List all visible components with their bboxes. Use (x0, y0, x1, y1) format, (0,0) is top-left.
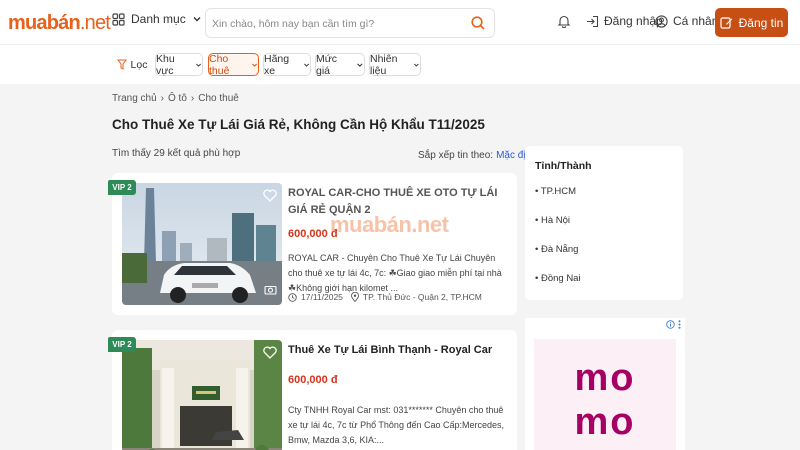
category-menu-button[interactable]: Danh mục (112, 12, 202, 26)
breadcrumb-current: Cho thuê (198, 93, 239, 104)
ad-choices[interactable] (666, 320, 681, 329)
profile-label: Cá nhân (673, 14, 719, 28)
chevron-down-icon (303, 63, 309, 67)
chevron-down-icon (251, 63, 257, 67)
listing-price: 600,000 đ (288, 374, 338, 386)
filter-chip-price[interactable]: Mức giá (315, 52, 365, 77)
bell-icon (557, 15, 571, 28)
more-vertical-icon (678, 320, 681, 329)
chevron-down-icon (195, 63, 201, 67)
listing-title[interactable]: Thuê Xe Tự Lái Bình Thạnh - Royal Car (288, 342, 510, 359)
breadcrumb-home[interactable]: Trang chủ (112, 93, 157, 104)
breadcrumb: Trang chủ › Ô tô › Cho thuê (112, 93, 239, 104)
car-city-photo (122, 183, 282, 305)
breadcrumb-separator: › (190, 93, 195, 104)
listing-photo[interactable] (122, 183, 282, 305)
vip-badge: VIP 2 (108, 337, 136, 352)
filter-chip-fuel[interactable]: Nhiên liệu (369, 52, 421, 77)
region-item-dongnai[interactable]: • Đồng Nai (535, 273, 581, 284)
momo-text-line2: mo (574, 401, 636, 443)
region-item-label: TP.HCM (540, 186, 576, 197)
momo-logo: mo mo (534, 339, 676, 450)
funnel-icon (116, 59, 127, 70)
user-icon (655, 14, 668, 28)
region-panel-title: Tỉnh/Thành (535, 160, 592, 172)
region-item-label: Đà Nẵng (540, 244, 579, 255)
filter-chip-label: Hãng xe (264, 52, 290, 77)
filter-label: Lọc (130, 58, 148, 71)
filter-bar: Lọc Khu vực Cho thuê Hãng xe Mức giá Nhi… (0, 44, 800, 84)
heart-icon (263, 346, 277, 359)
chevron-down-icon (414, 63, 419, 67)
info-icon (666, 320, 675, 329)
filter-button[interactable]: Lọc (113, 53, 151, 76)
region-item-label: Hà Nội (540, 215, 571, 226)
login-button[interactable]: Đăng nhập (586, 14, 663, 28)
chevron-down-icon (357, 62, 363, 67)
post-label: Đăng tin (738, 15, 784, 30)
filter-chip-brand[interactable]: Hãng xe (263, 52, 311, 77)
listing-date: 17/11/2025 (301, 292, 343, 302)
listing-location: TP. Thủ Đức - Quận 2, TP.HCM (362, 292, 482, 302)
login-icon (587, 15, 599, 27)
listing-description: Cty TNHH Royal Car mst: 031******* Chuyê… (288, 405, 504, 445)
listing-card[interactable]: VIP 2 ROYAL CAR-CHO THUÊ XE OTO TỰ LÁI G… (108, 173, 517, 315)
filter-chip-rent[interactable]: Cho thuê (208, 52, 259, 77)
listing-photo[interactable] (122, 340, 282, 450)
site-logo[interactable]: muabán.net (8, 12, 111, 35)
chevron-down-icon (193, 17, 201, 22)
notification-button[interactable] (557, 14, 571, 28)
category-label: Danh mục (131, 12, 186, 26)
watermark-logo: muabán.net (330, 212, 449, 237)
breadcrumb-car[interactable]: Ô tô (168, 93, 187, 104)
favorite-button[interactable] (263, 189, 277, 207)
region-item-hcm[interactable]: • TP.HCM (535, 186, 576, 197)
listing-meta: 17/11/2025 TP. Thủ Đức - Quận 2, TP.HCM (288, 292, 482, 302)
momo-text-line1: mo (574, 357, 636, 399)
region-item-label: Đồng Nai (540, 273, 581, 284)
region-panel: Tỉnh/Thành • TP.HCM • Hà Nội • Đà Nẵng •… (525, 146, 683, 300)
filter-chip-label: Khu vực (156, 52, 175, 77)
heart-icon (263, 189, 277, 202)
breadcrumb-separator: › (160, 93, 164, 104)
search-icon[interactable] (470, 15, 486, 31)
page-title: Cho Thuê Xe Tự Lái Giá Rẻ, Không Cần Hộ … (112, 117, 485, 132)
showroom-photo (122, 340, 282, 450)
clock-icon (288, 292, 297, 302)
photo-count-badge (264, 282, 277, 300)
filter-chip-label: Cho thuê (209, 52, 230, 77)
search-input[interactable] (212, 15, 462, 33)
post-listing-button[interactable]: Đăng tin (715, 8, 788, 37)
filter-chip-label: Mức giá (316, 52, 338, 77)
sort-label: Sắp xếp tin theo: (418, 150, 494, 161)
filter-chip-label: Nhiên liệu (370, 52, 398, 77)
vip-badge: VIP 2 (108, 180, 136, 195)
search-box (205, 8, 495, 38)
listing-description: ROYAL CAR - Chuyên Cho Thuê Xe Tự Lái Ch… (288, 253, 502, 293)
listing-card[interactable]: VIP 2 Thuê Xe Tự Lái Bình Thạnh - Royal … (108, 330, 517, 450)
login-label: Đăng nhập (604, 14, 663, 28)
favorite-button[interactable] (263, 346, 277, 364)
profile-button[interactable]: Cá nhân (655, 14, 718, 28)
location-pin-icon (350, 292, 359, 302)
region-item-danang[interactable]: • Đà Nẵng (535, 244, 578, 255)
grid-icon (112, 12, 125, 26)
region-item-hanoi[interactable]: • Hà Nội (535, 215, 570, 226)
logo-text: muabán (8, 12, 81, 34)
edit-icon (720, 17, 732, 29)
top-header: muabán.net Danh mục Đăng nhập Cá nhân Đă… (0, 0, 800, 44)
filter-chip-area[interactable]: Khu vực (155, 52, 203, 77)
camera-icon (264, 285, 277, 295)
result-count: Tìm thấy 29 kết quả phù hợp (112, 148, 241, 159)
logo-suffix: .net (79, 12, 111, 34)
